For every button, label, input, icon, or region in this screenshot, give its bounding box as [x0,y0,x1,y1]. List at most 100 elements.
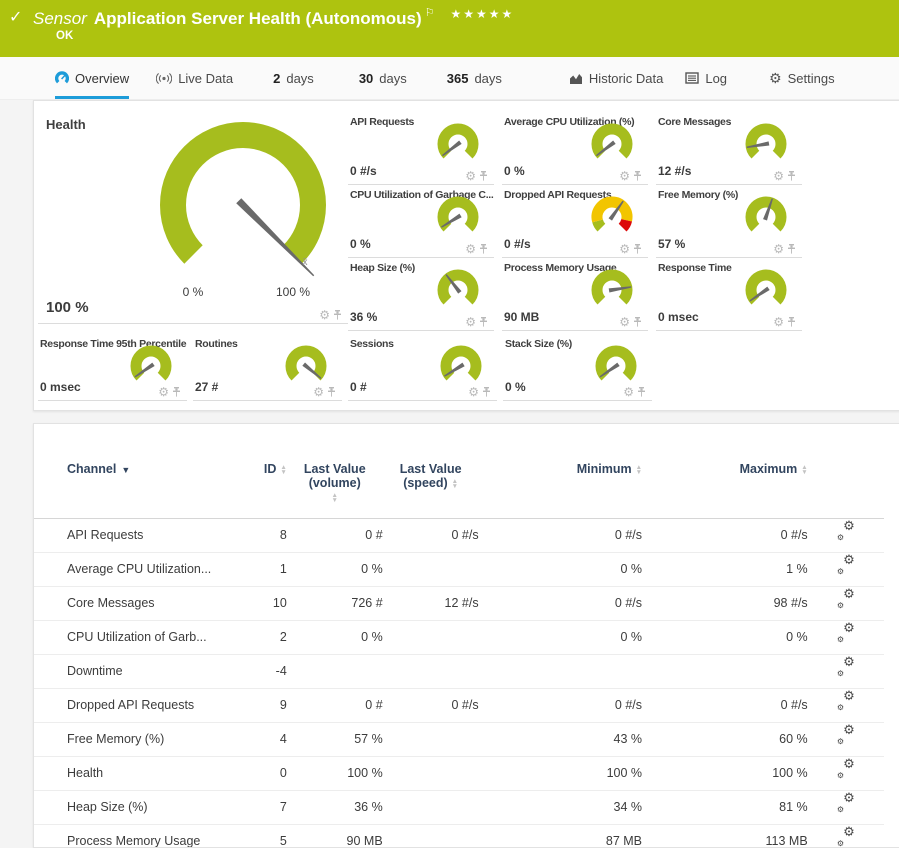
sort-desc-icon: ▼ [121,465,130,475]
channel-link[interactable]: Free Memory (%) [67,732,164,746]
tab-number: 365 [447,71,469,86]
tab-30-days[interactable]: 30 days [359,57,407,99]
tab-label: Settings [788,71,835,86]
channel-link[interactable]: Average CPU Utilization... [67,562,211,576]
column-header-minimum[interactable]: Minimum▲▼ [479,424,642,519]
gauge-tile-response-time-95th-percentile[interactable]: Response Time 95th Percentile0 msec⚙ [38,337,187,401]
pin-icon[interactable] [637,387,646,398]
tab-365-days[interactable]: 365 days [447,57,502,99]
channel-name-cell: Average CPU Utilization... [34,553,252,587]
pin-icon[interactable] [633,244,642,255]
gauge-value: 0 msec [40,380,81,394]
pin-icon[interactable] [172,387,181,398]
channel-settings-cell: ⚙⚙ [808,655,884,689]
tab-historic-data[interactable]: Historic Data [569,57,663,99]
channel-link[interactable]: API Requests [67,528,143,542]
gauge-value: 36 % [350,310,377,324]
channel-name-cell: Dropped API Requests [34,689,252,723]
pin-icon[interactable] [479,317,488,328]
gauge-value: 0 msec [658,310,699,324]
pin-icon[interactable] [633,171,642,182]
tab-live-data[interactable]: Live Data [156,57,233,99]
gear-icon[interactable]: ⚙ [623,386,634,398]
pin-icon[interactable] [479,171,488,182]
tab-log[interactable]: Log [685,57,727,99]
channel-link[interactable]: Downtime [67,664,123,678]
gauge-tile-free-memory[interactable]: Free Memory (%)57 %⚙ [656,188,802,258]
gear-icon[interactable]: ⚙ [773,170,784,182]
gauge-tile-process-memory-usage[interactable]: Process Memory Usage90 MB⚙ [502,261,648,331]
pin-icon[interactable] [482,387,491,398]
pin-icon[interactable] [787,171,796,182]
last-value-speed-cell: 12 #/s [383,587,479,621]
gear-icon[interactable]: ⚙ [465,316,476,328]
gauge-title: Sessions [350,338,394,350]
gauge-tile-routines[interactable]: Routines27 #⚙ [193,337,342,401]
column-header-last-value-speed[interactable]: Last Value (speed)▲▼ [383,424,479,519]
gear-icon[interactable]: ⚙ [619,243,630,255]
pin-icon[interactable] [787,244,796,255]
gauge-tile-heap-size[interactable]: Heap Size (%) 36 % ⚙ [348,261,494,331]
gauge-tile-stack-size[interactable]: Stack Size (%)0 %⚙ [503,337,652,401]
flag-icon[interactable]: ⚐ [425,7,435,19]
pin-icon[interactable] [479,244,488,255]
gear-icon[interactable]: ⚙ [619,316,630,328]
channel-link[interactable]: Process Memory Usage [67,834,200,848]
pin-icon[interactable] [787,317,796,328]
channel-settings-icon[interactable]: ⚙⚙ [837,759,855,777]
gauge-tile-average-cpu-utilization[interactable]: Average CPU Utilization (%)0 %⚙ [502,115,648,185]
channel-settings-cell: ⚙⚙ [808,553,884,587]
gauge-tile-response-time[interactable]: Response Time0 msec⚙ [656,261,802,331]
pin-icon[interactable] [327,387,336,398]
channel-link[interactable]: Dropped API Requests [67,698,194,712]
minimum-cell: 0 % [479,621,642,655]
gear-icon[interactable]: ⚙ [773,316,784,328]
gauge-tile-core-messages[interactable]: Core Messages12 #/s⚙ [656,115,802,185]
channel-link[interactable]: Core Messages [67,596,155,610]
pin-icon[interactable] [333,310,342,321]
channel-settings-icon[interactable]: ⚙⚙ [837,827,855,845]
tab-overview[interactable]: Overview [55,57,129,99]
channel-link[interactable]: CPU Utilization of Garb... [67,630,207,644]
id-cell: 8 [252,519,287,553]
column-header-id[interactable]: ID▲▼ [252,424,287,519]
gear-icon[interactable]: ⚙ [313,386,324,398]
column-header-maximum[interactable]: Maximum▲▼ [642,424,808,519]
priority-stars[interactable]: ★★★★★ [451,7,515,21]
channel-settings-icon[interactable]: ⚙⚙ [837,623,855,641]
channel-link[interactable]: Heap Size (%) [67,800,148,814]
channel-settings-icon[interactable]: ⚙⚙ [837,725,855,743]
status-ok-check-icon: ✓ [9,7,22,27]
channel-settings-icon[interactable]: ⚙⚙ [837,555,855,573]
channel-settings-icon[interactable]: ⚙⚙ [837,589,855,607]
channel-settings-icon[interactable]: ⚙⚙ [837,691,855,709]
maximum-cell: 0 #/s [642,689,808,723]
gear-icon[interactable]: ⚙ [319,309,330,321]
channel-link[interactable]: Health [67,766,103,780]
table-row: Average CPU Utilization...10 %0 %1 %⚙⚙ [34,553,884,587]
channel-settings-icon[interactable]: ⚙⚙ [837,793,855,811]
column-header-channel[interactable]: Channel▼ [34,424,252,519]
gauge-tile-api-requests[interactable]: API Requests0 #/s⚙ [348,115,494,185]
gauge-title: Heap Size (%) [350,262,415,274]
gauge-tile-dropped-api-requests[interactable]: Dropped API Requests0 #/s⚙ [502,188,648,258]
gear-icon[interactable]: ⚙ [468,386,479,398]
gauge-tile-sessions[interactable]: Sessions0 #⚙ [348,337,497,401]
gear-icon[interactable]: ⚙ [465,243,476,255]
pin-icon[interactable] [633,317,642,328]
maximum-cell: 1 % [642,553,808,587]
channel-settings-icon[interactable]: ⚙⚙ [837,657,855,675]
gear-icon[interactable]: ⚙ [158,386,169,398]
gauge-tile-cpu-utilization-of-garbage-c[interactable]: CPU Utilization of Garbage C...0 %⚙ [348,188,494,258]
sort-icon: ▲▼ [636,465,642,475]
gear-icon[interactable]: ⚙ [773,243,784,255]
id-cell: 0 [252,757,287,791]
gear-icon[interactable]: ⚙ [465,170,476,182]
gauge-tile-health[interactable]: Health x̄ 0 % 100 % 100 % ⚙ [38,107,348,324]
tab-2-days[interactable]: 2 days [273,57,314,99]
gear-icon[interactable]: ⚙ [619,170,630,182]
last-value-speed-cell: 0 #/s [383,519,479,553]
column-header-last-value-volume[interactable]: Last Value (volume) ▲▼ [287,424,383,519]
channel-settings-icon[interactable]: ⚙⚙ [837,521,855,539]
tab-settings[interactable]: ⚙ Settings [769,57,835,99]
